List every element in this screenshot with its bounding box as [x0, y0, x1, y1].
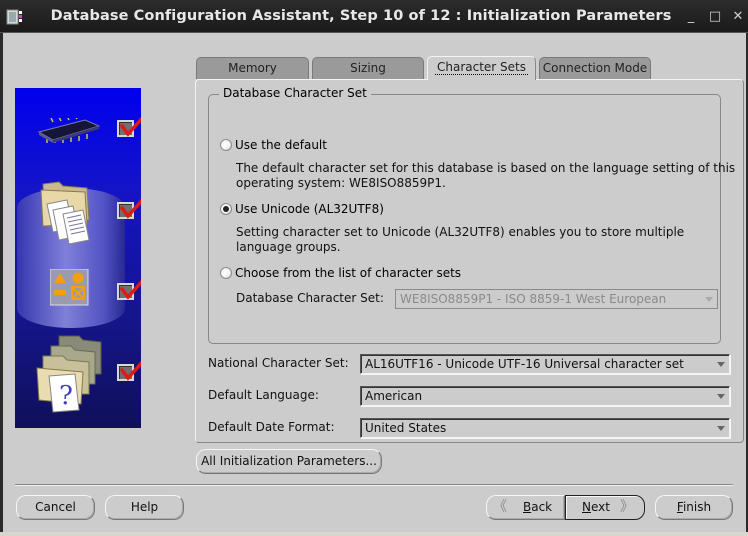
wizard-illustration: ?	[15, 88, 141, 428]
chevron-down-icon	[717, 394, 725, 399]
chevron-down-icon	[705, 297, 713, 302]
tab-sizing[interactable]: Sizing	[312, 57, 424, 79]
radio-use-unicode[interactable]: Use Unicode (AL32UTF8)	[220, 202, 384, 216]
window-bottom-edge	[0, 532, 748, 536]
radio-button[interactable]	[220, 139, 232, 151]
use-unicode-description: Setting character set to Unicode (AL32UT…	[236, 225, 685, 254]
radio-use-default[interactable]: Use the default	[220, 138, 327, 152]
default-language-label: Default Language:	[208, 388, 319, 402]
title-bar: Database Configuration Assistant, Step 1…	[0, 0, 748, 33]
group-title: Database Character Set	[219, 86, 371, 100]
folder-documents-icon	[40, 181, 90, 245]
close-icon[interactable]: ✕	[730, 9, 746, 25]
window-border-left	[0, 33, 3, 536]
folders-question-icon: ?	[36, 335, 102, 413]
default-date-format-select[interactable]: United States	[360, 418, 730, 438]
step-3-checkmark-icon	[117, 275, 141, 301]
step-1-checkmark-icon	[117, 112, 141, 138]
default-language-select[interactable]: American	[360, 386, 730, 406]
database-character-set-label: Database Character Set:	[236, 291, 384, 305]
maximize-icon[interactable]: □	[707, 9, 723, 25]
chevron-right-icon: 》	[620, 499, 634, 515]
footer-separator	[15, 484, 733, 486]
national-character-set-label: National Character Set:	[208, 356, 349, 370]
national-character-set-select[interactable]: AL16UTF16 - Unicode UTF-16 Universal cha…	[360, 354, 730, 374]
radio-button[interactable]	[220, 267, 232, 279]
tab-character-sets[interactable]: Character Sets	[427, 56, 536, 80]
chevron-down-icon	[717, 362, 725, 367]
cancel-button[interactable]: Cancel	[16, 495, 95, 520]
memory-chip-icon	[37, 118, 101, 143]
next-button[interactable]: Next 》	[565, 495, 645, 520]
back-button[interactable]: 《 Back	[486, 495, 565, 520]
step-2-checkmark-icon	[117, 194, 141, 220]
radio-choose-from-list[interactable]: Choose from the list of character sets	[220, 266, 461, 280]
database-character-set-select[interactable]: WE8ISO8859P1 - ISO 8859-1 West European	[395, 289, 718, 309]
finish-button[interactable]: Finish	[655, 495, 733, 520]
chevron-left-icon: 《	[493, 499, 507, 515]
use-default-description: The default character set for this datab…	[236, 161, 736, 190]
default-date-format-label: Default Date Format:	[208, 420, 335, 434]
radio-button-selected[interactable]	[220, 203, 232, 215]
all-initialization-parameters-button[interactable]: All Initialization Parameters...	[196, 449, 382, 474]
step-4-checkmark-icon	[117, 356, 141, 382]
window-title: Database Configuration Assistant, Step 1…	[50, 8, 672, 24]
svg-text:?: ?	[59, 381, 73, 411]
minimize-icon[interactable]: _	[683, 9, 699, 25]
chevron-down-icon	[717, 426, 725, 431]
tab-memory[interactable]: Memory	[196, 57, 309, 79]
help-button[interactable]: Help	[105, 495, 184, 520]
tab-connection-mode[interactable]: Connection Mode	[539, 57, 651, 79]
shapes-icon	[50, 269, 89, 306]
